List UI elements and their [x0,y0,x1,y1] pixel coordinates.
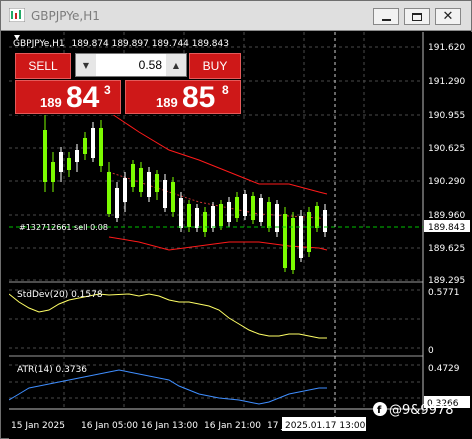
price-label: 190.625 [428,144,465,154]
candle-body [43,130,47,182]
candle-body [147,172,151,197]
candle-body [259,198,263,222]
candle-body [155,174,159,192]
restore-icon [412,12,422,21]
stddev-axis-max: 0.5771 [428,288,460,298]
time-axis: 15 Jan 2025 16 Jan 05:00 16 Jan 13:00 16… [11,417,366,431]
price-label: 189.960 [428,211,465,221]
lot-increase-button[interactable]: ▲ [166,54,186,76]
close-button[interactable]: ✕ [435,8,461,25]
candle-body [187,204,191,227]
candle-body [179,198,183,228]
chart-symbol-info: GBPJPYe,H1 189.874 189.897 189.744 189.8… [13,39,229,49]
candle-body [235,197,239,218]
atr-axis-max: 0.4729 [428,364,460,374]
candles [43,114,327,274]
chart-area[interactable]: #132712661 sell 0.08 191.620 191.290 190… [9,32,472,439]
current-price-label: 189.843 [428,223,465,233]
candle-body [51,162,55,182]
sell-price-big: 84 [66,81,100,114]
candle-body [267,202,271,228]
watermark-text: @9&9978 [389,403,454,418]
candle-body [163,180,167,208]
sell-price-prefix: 189 [40,95,62,110]
candle-body [91,128,95,158]
stddev-axis-min: 0 [428,346,434,356]
symbol-timeframe: GBPJPYe,H1 [13,39,65,49]
window-title: GBPJPYe,H1 [31,9,100,23]
one-click-trading-panel: SELL ▼ 0.58 ▲ BUY 189 84 3 189 85 8 [15,53,241,115]
atr-label: ATR(14) 0.3736 [17,365,87,375]
lot-decrease-button[interactable]: ▼ [76,54,96,76]
stddev-label: StdDev(20) 0.1578 [17,290,103,300]
buy-price-sup: 8 [222,83,229,97]
candle-body [99,128,103,166]
price-label: 189.295 [428,276,465,286]
candle-body [195,208,199,228]
time-label: 16 Jan 05:00 [81,421,138,431]
time-label: 16 Jan 21:00 [204,421,261,431]
candle-body [227,202,231,222]
buy-button[interactable]: BUY [189,53,241,79]
candle-body [59,152,63,172]
time-label: 15 Jan 2025 [11,421,65,431]
chevron-up-icon: ▲ [172,60,180,70]
chart-app-icon [9,8,25,22]
candle-body [123,178,127,202]
lot-size-input[interactable]: ▼ 0.58 ▲ [75,53,187,77]
candle-body [171,182,175,212]
price-axis: 191.620 191.290 190.955 190.625 190.290 … [424,43,470,286]
buy-price-box[interactable]: 189 85 8 [125,80,241,114]
candle-body [211,206,215,228]
candle-body [219,204,223,226]
candle-body [203,212,207,232]
chart-window: GBPJPYe,H1 ✕ #132712661 sell 0.08 191.62… [0,0,472,439]
candle-body [107,172,111,214]
price-label: 191.620 [428,43,465,53]
price-label: 190.955 [428,111,465,121]
sell-price-sup: 3 [104,83,111,97]
time-label: 16 Jan 13:00 [141,421,198,431]
buy-price-prefix: 189 [156,95,178,110]
candle-body [243,194,247,216]
close-icon: ✕ [442,9,454,24]
minimize-button[interactable] [373,8,399,25]
price-label: 191.290 [428,77,465,87]
candle-body [275,204,279,232]
candle-body [131,164,135,187]
candle-body [291,218,295,270]
candle-body [139,168,143,192]
minimize-icon [381,18,391,21]
candle-body [283,214,287,268]
ohlc-values: 189.874 189.897 189.744 189.843 [72,39,229,49]
candle-body [299,216,303,258]
candle-body [315,206,319,228]
sell-button[interactable]: SELL [15,53,71,79]
svg-text:f: f [377,405,382,416]
atr-line [9,369,327,405]
order-line-label: #132712661 sell 0.08 [19,223,108,232]
restore-button[interactable] [404,8,430,25]
candle-body [323,210,327,232]
sell-price-box[interactable]: 189 84 3 [15,80,121,114]
chevron-down-icon: ▼ [82,60,90,70]
candle-body [307,212,311,252]
price-label: 190.290 [428,177,465,187]
time-cursor-label: 2025.01.17 13:00 [285,421,366,431]
buy-price-big: 85 [182,81,216,114]
candle-body [67,158,71,170]
candle-body [83,138,87,154]
candle-body [115,188,119,218]
price-label: 189.625 [428,244,465,254]
window-titlebar[interactable]: GBPJPYe,H1 ✕ [1,1,471,31]
candle-body [75,150,79,162]
stddev-line [9,293,327,339]
candle-body [251,196,255,220]
lot-size-value[interactable]: 0.58 [100,58,162,72]
